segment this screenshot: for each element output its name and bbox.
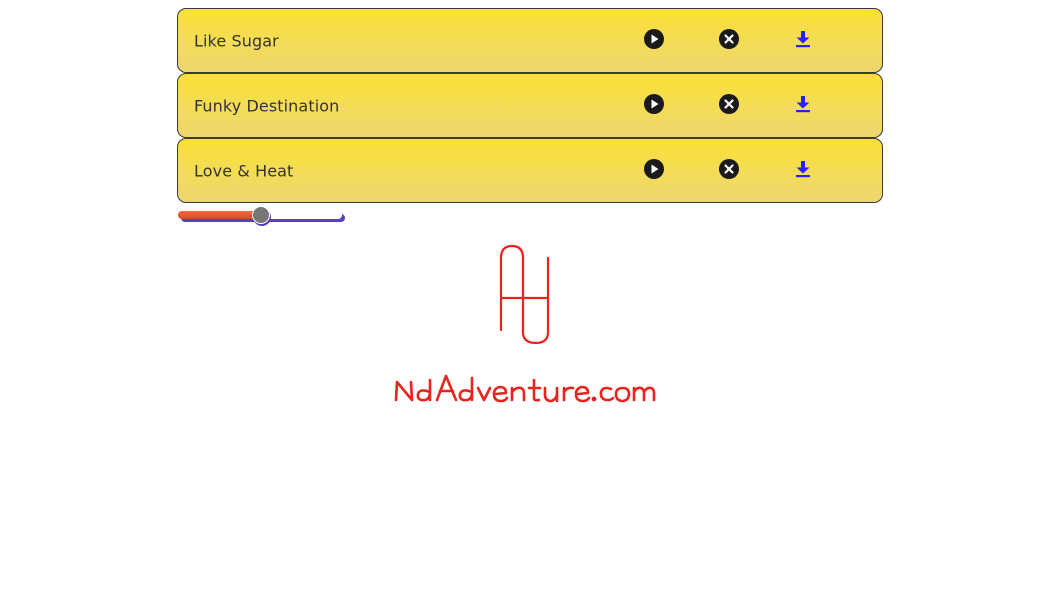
play-circle-icon bbox=[644, 159, 664, 179]
close-circle-icon bbox=[719, 29, 739, 49]
play-button[interactable] bbox=[643, 93, 665, 115]
logo-mark bbox=[394, 244, 656, 403]
volume-fill bbox=[178, 211, 261, 219]
close-circle-icon bbox=[719, 159, 739, 179]
remove-button[interactable] bbox=[718, 93, 740, 115]
playlist: Like Sugar Funky Destination Love & Heat bbox=[177, 8, 883, 203]
track-row: Funky Destination bbox=[177, 73, 883, 138]
download-icon bbox=[796, 96, 810, 113]
volume-thumb[interactable] bbox=[252, 206, 270, 224]
play-button[interactable] bbox=[643, 158, 665, 180]
remove-button[interactable] bbox=[718, 158, 740, 180]
track-row: Love & Heat bbox=[177, 138, 883, 203]
close-circle-icon bbox=[719, 94, 739, 114]
download-icon bbox=[796, 31, 810, 48]
track-title: Love & Heat bbox=[194, 161, 294, 180]
download-button[interactable] bbox=[792, 158, 814, 180]
remove-button[interactable] bbox=[718, 28, 740, 50]
download-icon bbox=[796, 161, 810, 178]
site-logo bbox=[390, 240, 660, 410]
volume-slider[interactable] bbox=[178, 206, 344, 224]
play-button[interactable] bbox=[643, 28, 665, 50]
track-title: Funky Destination bbox=[194, 96, 340, 115]
track-row: Like Sugar bbox=[177, 8, 883, 73]
download-button[interactable] bbox=[792, 93, 814, 115]
track-title: Like Sugar bbox=[194, 31, 279, 50]
download-button[interactable] bbox=[792, 28, 814, 50]
play-circle-icon bbox=[644, 94, 664, 114]
play-circle-icon bbox=[644, 29, 664, 49]
